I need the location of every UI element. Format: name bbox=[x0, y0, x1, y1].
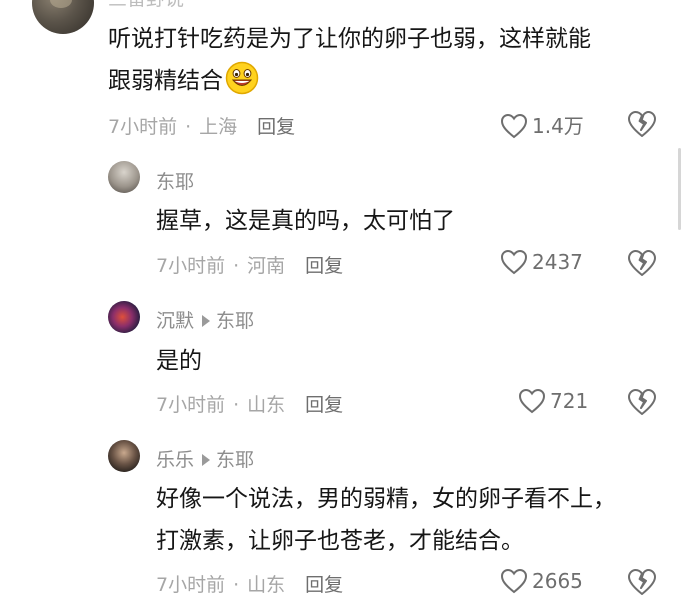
heart-outline-icon bbox=[500, 249, 528, 275]
reply-meta: 7小时前 · 山东 回复 bbox=[156, 390, 343, 417]
meta-separator: · bbox=[233, 574, 240, 596]
reply-text-line1: 好像一个说法，男的弱精，女的卵子看不上， bbox=[156, 486, 616, 512]
like-count: 721 bbox=[550, 389, 589, 413]
like-button[interactable]: 721 bbox=[518, 388, 588, 414]
reply-location: 河南 bbox=[247, 255, 286, 277]
comment-meta: 7小时前 · 上海 回复 bbox=[108, 112, 295, 139]
reply-time: 7小时前 bbox=[156, 255, 226, 277]
reply-author[interactable]: 东耶 bbox=[156, 167, 194, 194]
reply-author-name[interactable]: 东耶 bbox=[156, 171, 194, 193]
comment-text-line2-wrap: 跟弱精结合 bbox=[108, 60, 259, 102]
avatar[interactable] bbox=[108, 161, 140, 193]
avatar[interactable] bbox=[108, 301, 140, 333]
reply-location: 山东 bbox=[247, 394, 286, 416]
reply-location: 山东 bbox=[247, 574, 286, 596]
reply-meta: 7小时前 · 山东 回复 bbox=[156, 570, 343, 597]
reply-meta: 7小时前 · 河南 回复 bbox=[156, 251, 343, 278]
scrollbar[interactable] bbox=[678, 148, 681, 230]
play-arrow-icon bbox=[202, 453, 211, 466]
reply-time: 7小时前 bbox=[156, 394, 226, 416]
comment-text: 听说打针吃药是为了让你的卵子也弱，这样就能 bbox=[108, 18, 591, 60]
like-count: 1.4万 bbox=[532, 114, 584, 138]
reply-author[interactable]: 沉默 东耶 bbox=[156, 306, 254, 333]
meta-separator: · bbox=[185, 116, 192, 138]
reply-button[interactable]: 回复 bbox=[305, 255, 343, 277]
heart-outline-icon bbox=[500, 568, 528, 594]
like-button[interactable]: 1.4万 bbox=[500, 110, 584, 139]
meta-separator: · bbox=[233, 255, 240, 277]
reply-author[interactable]: 乐乐 东耶 bbox=[156, 445, 254, 472]
comment-text-line1: 听说打针吃药是为了让你的卵子也弱，这样就能 bbox=[108, 26, 591, 52]
reply-button[interactable]: 回复 bbox=[305, 394, 343, 416]
reply-author-name[interactable]: 乐乐 bbox=[156, 449, 194, 471]
reply-author-name[interactable]: 沉默 bbox=[156, 310, 194, 332]
reply-text-line2: 打激素，让卵子也苍老，才能结合。 bbox=[156, 528, 524, 554]
like-count: 2437 bbox=[532, 250, 583, 274]
comment-text-line2: 跟弱精结合 bbox=[108, 68, 223, 94]
avatar[interactable] bbox=[32, 0, 94, 34]
comment-location: 上海 bbox=[199, 116, 238, 138]
reply-button[interactable]: 回复 bbox=[305, 574, 343, 596]
reply-text: 是的 bbox=[156, 348, 202, 374]
reply-to-name[interactable]: 东耶 bbox=[216, 310, 254, 332]
comment-author[interactable]: 三留野说 bbox=[108, 0, 184, 11]
avatar[interactable] bbox=[108, 440, 140, 472]
play-arrow-icon bbox=[202, 314, 211, 327]
like-count: 2665 bbox=[532, 569, 583, 593]
heart-outline-icon bbox=[518, 388, 546, 414]
broken-heart-icon[interactable] bbox=[627, 388, 657, 416]
broken-heart-icon[interactable] bbox=[627, 568, 657, 596]
reply-button[interactable]: 回复 bbox=[257, 116, 295, 138]
like-button[interactable]: 2665 bbox=[500, 568, 583, 594]
broken-heart-icon[interactable] bbox=[627, 110, 657, 138]
reply-to-name[interactable]: 东耶 bbox=[216, 449, 254, 471]
grinning-emoji-icon bbox=[225, 61, 259, 95]
comment-time: 7小时前 bbox=[108, 116, 178, 138]
heart-outline-icon bbox=[500, 113, 528, 139]
reply-time: 7小时前 bbox=[156, 574, 226, 596]
reply-text: 握草，这是真的吗，太可怕了 bbox=[156, 208, 455, 234]
meta-separator: · bbox=[233, 394, 240, 416]
broken-heart-icon[interactable] bbox=[627, 249, 657, 277]
like-button[interactable]: 2437 bbox=[500, 249, 583, 275]
